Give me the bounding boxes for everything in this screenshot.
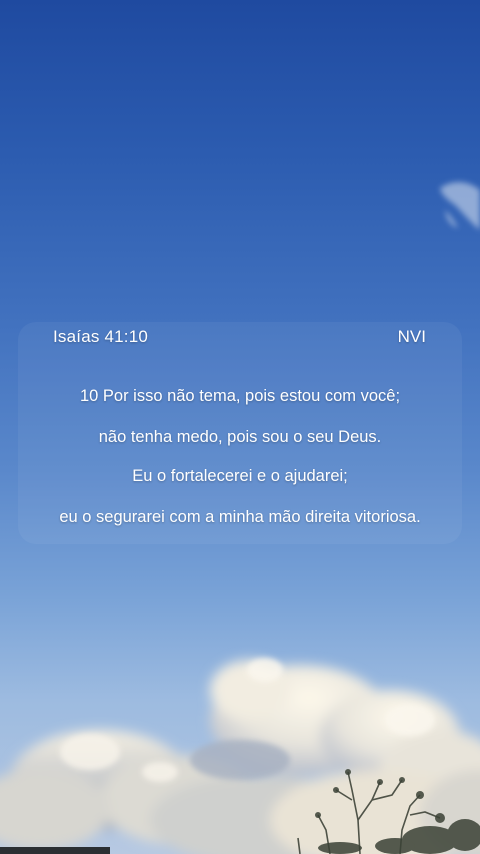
verse-line: Eu o fortalecerei e o ajudarei; [132,467,348,485]
verse-reference: Isaías 41:10 [53,327,149,346]
wisp-cloud [440,182,480,230]
cumulus-clouds [0,658,480,854]
verse-line: eu o segurarei com a minha mão direita v… [59,508,421,526]
verse-line: não tenha medo, pois sou o seu Deus. [98,428,382,446]
verse-line: 10 Por isso não tema, pois estou com voc… [79,387,401,405]
rooftop-edge [0,847,110,854]
bible-version: NVI [397,327,426,346]
